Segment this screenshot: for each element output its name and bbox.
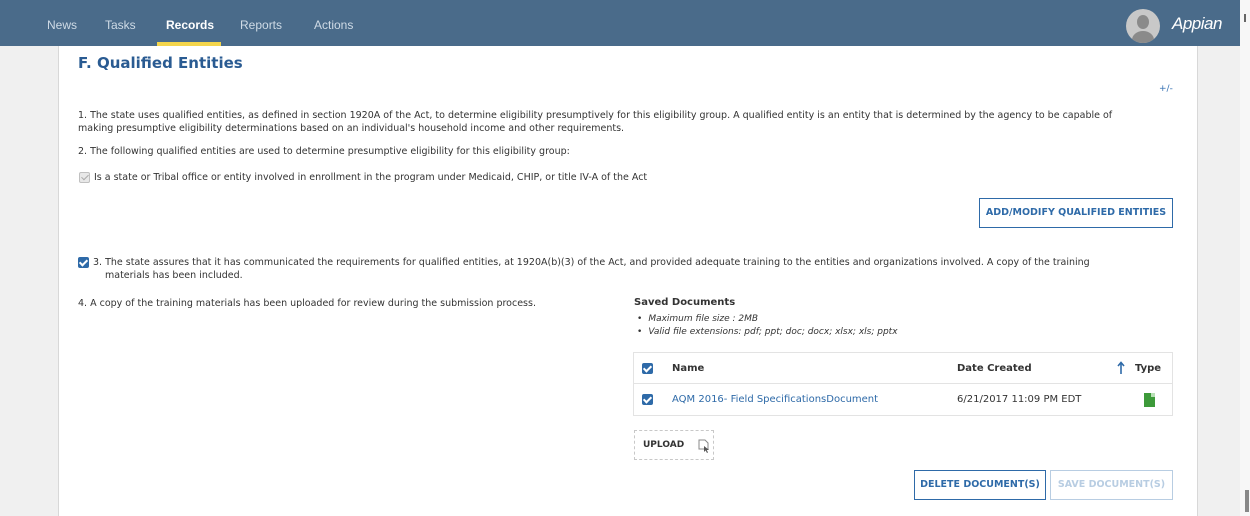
page-scrollbar[interactable] [1240, 0, 1250, 516]
entity-checkbox[interactable] [79, 172, 90, 183]
save-documents-button[interactable]: SAVE DOCUMENT(S) [1050, 470, 1173, 500]
column-type-header[interactable]: Type [1135, 353, 1161, 384]
expand-collapse-toggle[interactable]: +/- [1159, 84, 1173, 94]
column-name-header[interactable]: Name [672, 353, 704, 384]
upload-button[interactable]: UPLOAD [643, 440, 684, 450]
paragraph-1-line-1: 1. The state uses qualified entities, as… [78, 110, 1113, 121]
nav-actions[interactable]: Actions [314, 18, 353, 32]
documents-grid: Name Date Created Type AQM 2016- Field S… [633, 352, 1173, 416]
section-title: F. Qualified Entities [78, 54, 243, 72]
xls-file-icon [1144, 393, 1155, 407]
upload-dropzone[interactable]: UPLOAD [634, 430, 714, 460]
nav-news[interactable]: News [47, 18, 77, 32]
paragraph-4: 4. A copy of the training materials has … [78, 298, 536, 309]
upload-file-icon [698, 439, 709, 453]
document-date: 6/21/2017 11:09 PM EDT [957, 394, 1082, 405]
paragraph-1-line-2: making presumptive eligibility determina… [78, 123, 625, 134]
entity-option-label: Is a state or Tribal office or entity in… [94, 172, 648, 183]
paragraph-3-line-1: 3. The state assures that it has communi… [93, 257, 1090, 268]
user-avatar[interactable] [1126, 9, 1160, 43]
column-date-header[interactable]: Date Created [957, 353, 1032, 384]
select-all-checkbox[interactable] [642, 363, 653, 374]
paragraph-2: 2. The following qualified entities are … [78, 146, 570, 157]
add-modify-entities-button[interactable]: ADD/MODIFY QUALIFIED ENTITIES [979, 198, 1173, 228]
grid-header-row: Name Date Created Type [634, 353, 1172, 384]
top-nav-bar: News Tasks Records Reports Actions Appia… [0, 0, 1240, 46]
paragraph-3-line-2: materials has been included. [105, 270, 243, 281]
row-checkbox[interactable] [642, 394, 653, 405]
nav-reports[interactable]: Reports [240, 18, 282, 32]
assurance-checkbox[interactable] [78, 257, 89, 268]
nav-records[interactable]: Records [166, 18, 214, 32]
scrollbar-thumb[interactable] [1245, 490, 1249, 512]
table-row: AQM 2016- Field SpecificationsDocument 6… [634, 384, 1172, 415]
appian-logo: Appian [1172, 14, 1222, 33]
saved-documents-title: Saved Documents [634, 297, 736, 308]
max-size-rule: Maximum file size : 2MB [637, 314, 758, 324]
extensions-rule: Valid file extensions: pdf; ppt; doc; do… [637, 327, 897, 337]
delete-documents-button[interactable]: DELETE DOCUMENT(S) [914, 470, 1046, 500]
scrollbar-arrow[interactable] [1244, 14, 1246, 22]
document-link[interactable]: AQM 2016- Field SpecificationsDocument [672, 384, 878, 415]
nav-tasks[interactable]: Tasks [105, 18, 136, 32]
sort-ascending-icon[interactable] [1117, 361, 1125, 375]
